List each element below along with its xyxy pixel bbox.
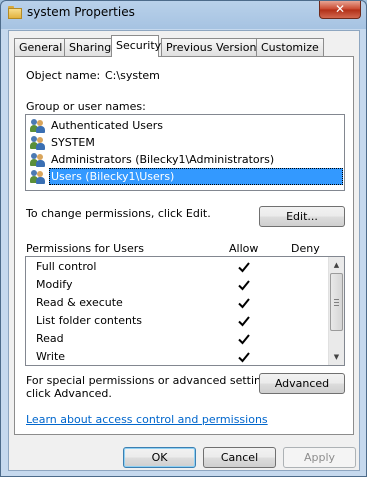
permissions-label: Permissions for Users <box>26 242 144 255</box>
users-icon <box>30 169 46 184</box>
security-panel: Object name: C:\system Group or user nam… <box>14 56 354 435</box>
vertical-scrollbar[interactable]: ▲ ▼ <box>328 257 344 365</box>
scroll-up-icon[interactable]: ▲ <box>329 257 344 273</box>
folder-icon <box>8 6 22 19</box>
tab-security[interactable]: Security <box>111 35 161 57</box>
group-names-label: Group or user names: <box>26 100 146 113</box>
allow-check-icon <box>237 260 251 274</box>
scroll-thumb[interactable] <box>330 273 343 331</box>
users-icon <box>30 152 46 167</box>
apply-button[interactable]: Apply <box>283 447 356 468</box>
allow-check-icon <box>237 296 251 310</box>
properties-window: system Properties ✕ General Sharing Secu… <box>0 0 367 477</box>
group-names-list[interactable]: Authenticated Users SYSTEM Administrator… <box>25 114 345 191</box>
list-item[interactable]: Administrators (Bilecky1\Administrators) <box>28 151 342 168</box>
advanced-text-line1: For special permissions or advanced sett… <box>26 374 278 387</box>
allow-header: Allow <box>229 242 259 255</box>
allow-check-icon <box>237 314 251 328</box>
permission-row: Read & execute <box>36 296 123 309</box>
cancel-button[interactable]: Cancel <box>203 447 276 468</box>
list-item[interactable]: SYSTEM <box>28 134 342 151</box>
permission-row: List folder contents <box>36 314 142 327</box>
title-bar[interactable]: system Properties ✕ <box>1 1 366 27</box>
permission-row: Modify <box>36 278 73 291</box>
list-item[interactable]: Authenticated Users <box>28 117 342 134</box>
edit-button[interactable]: Edit... <box>259 206 345 227</box>
advanced-button[interactable]: Advanced <box>259 373 345 394</box>
users-icon <box>30 135 46 150</box>
allow-check-icon <box>237 332 251 346</box>
dialog-client: General Sharing Security Previous Versio… <box>8 30 360 471</box>
tab-customize[interactable]: Customize <box>256 38 324 56</box>
scroll-down-icon[interactable]: ▼ <box>329 349 344 365</box>
ok-button[interactable]: OK <box>123 447 196 468</box>
permission-row: Write <box>36 350 66 363</box>
advanced-text-line2: click Advanced. <box>26 387 112 400</box>
permissions-list[interactable]: Full control Modify Read & execute List … <box>25 256 345 366</box>
learn-permissions-link[interactable]: Learn about access control and permissio… <box>26 413 268 426</box>
tab-sharing[interactable]: Sharing <box>64 38 117 56</box>
object-name-label: Object name: <box>26 69 101 82</box>
permission-row: Read <box>36 332 64 345</box>
users-icon <box>30 118 46 133</box>
tab-general[interactable]: General <box>14 38 68 56</box>
close-icon: ✕ <box>334 2 346 16</box>
tab-previous-versions[interactable]: Previous Versions <box>161 38 268 56</box>
list-item-selected[interactable]: Users (Bilecky1\Users) <box>28 168 343 185</box>
window-title: system Properties <box>27 5 135 19</box>
change-permissions-text: To change permissions, click Edit. <box>26 207 211 220</box>
close-button[interactable]: ✕ <box>319 1 361 19</box>
object-name-value: C:\system <box>105 69 160 82</box>
permission-row: Full control <box>36 260 97 273</box>
allow-check-icon <box>237 350 251 364</box>
allow-check-icon <box>237 278 251 292</box>
deny-header: Deny <box>291 242 320 255</box>
